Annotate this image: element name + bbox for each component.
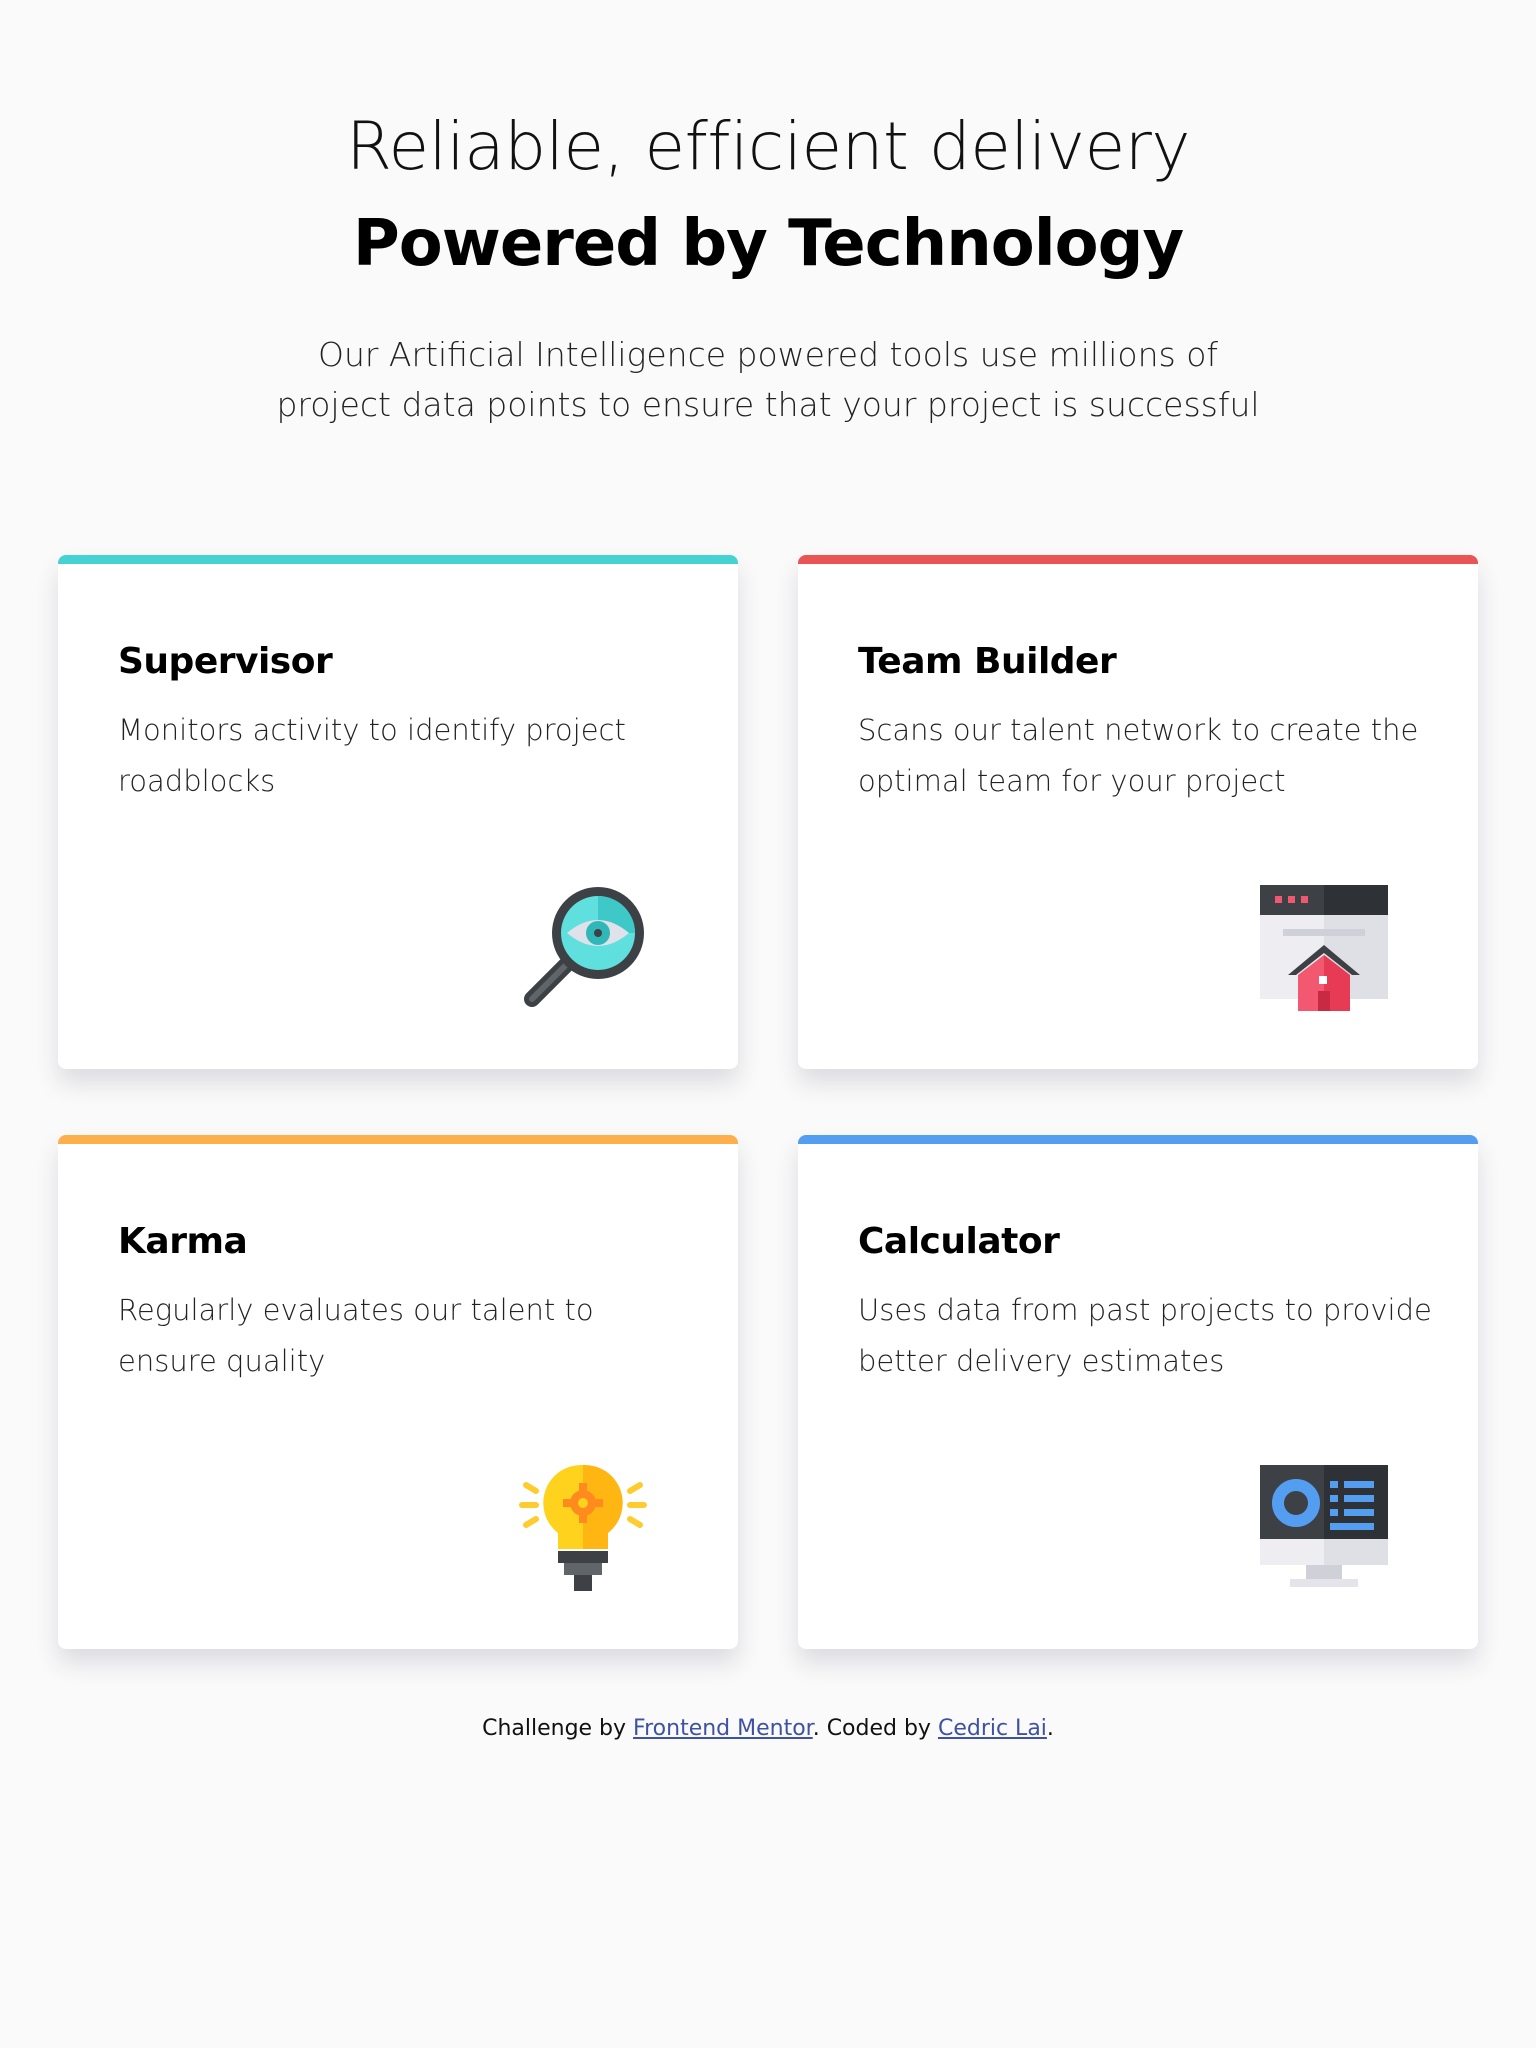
browser-house-icon — [1258, 883, 1388, 1013]
card-accent-bar — [58, 555, 738, 564]
card-description: Uses data from past projects to provide … — [858, 1293, 1432, 1378]
card-team-builder: Team Builder Scans our talent network to… — [798, 555, 1478, 1069]
card-description: Scans our talent network to create the o… — [858, 713, 1419, 798]
card-title: Calculator — [858, 1221, 1060, 1262]
magnifier-eye-icon — [518, 883, 648, 1013]
card-title: Team Builder — [858, 641, 1117, 682]
page-header: Reliable, efficient delivery Powered by … — [0, 100, 1536, 430]
card-calculator: Calculator Uses data from past projects … — [798, 1135, 1478, 1649]
card-karma: Karma Regularly evaluates our talent to … — [58, 1135, 738, 1649]
footer-prefix: Challenge by — [482, 1716, 634, 1741]
page-title-bold: Powered by Technology — [352, 207, 1184, 281]
card-accent-bar — [798, 1135, 1478, 1144]
frontend-mentor-link[interactable]: Frontend Mentor — [633, 1716, 813, 1741]
lightbulb-gear-icon — [518, 1463, 648, 1593]
intro-text: Our Artificial Intelligence powered tool… — [276, 335, 1260, 424]
author-link[interactable]: Cedric Lai — [938, 1716, 1047, 1741]
footer-middle: . Coded by — [812, 1716, 938, 1741]
card-accent-bar — [58, 1135, 738, 1144]
attribution-footer: Challenge by Frontend Mentor. Coded by C… — [0, 1716, 1536, 1741]
card-description: Regularly evaluates our talent to ensure… — [118, 1293, 594, 1378]
footer-suffix: . — [1046, 1716, 1054, 1741]
card-title: Karma — [118, 1221, 248, 1262]
page-title-light: Reliable, efficient delivery — [346, 108, 1190, 185]
card-description: Monitors activity to identify project ro… — [118, 713, 626, 798]
card-accent-bar — [798, 555, 1478, 564]
card-supervisor: Supervisor Monitors activity to identify… — [58, 555, 738, 1069]
card-title: Supervisor — [118, 641, 333, 682]
monitor-dashboard-icon — [1258, 1463, 1388, 1593]
